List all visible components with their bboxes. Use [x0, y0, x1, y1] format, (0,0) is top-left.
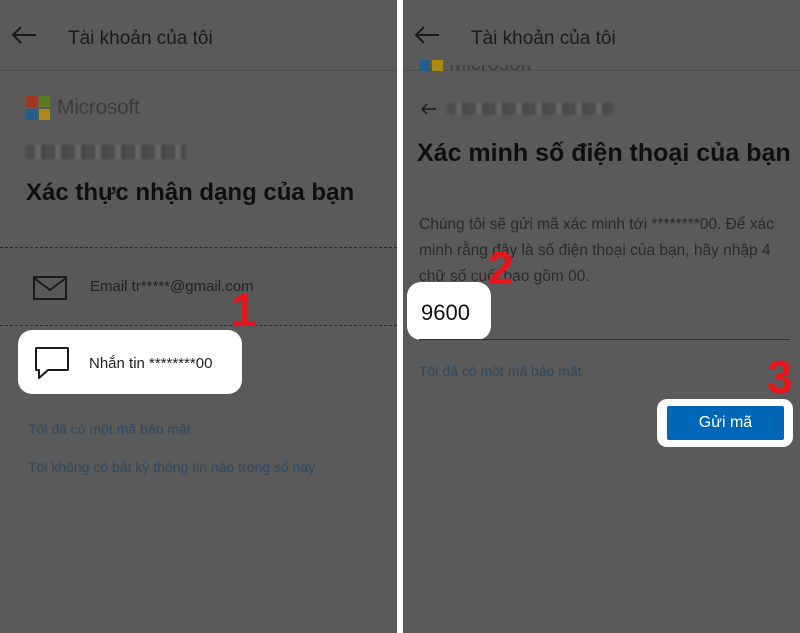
step-marker-1: 1 — [231, 284, 257, 336]
have-code-link[interactable]: Tôi đã có một mã bảo mật — [28, 421, 191, 437]
instruction-text: Chúng tôi sẽ gửi mã xác minh tới *******… — [419, 216, 774, 285]
send-code-button[interactable]: Gửi mã — [667, 406, 784, 440]
page-heading: Xác thực nhận dạng của bạn — [26, 179, 355, 206]
back-arrow-icon[interactable] — [10, 24, 38, 46]
option-sms-label: Nhắn tin ********00 — [89, 355, 213, 372]
blurred-account — [447, 103, 613, 115]
option-email-label: Email tr*****@gmail.com — [90, 278, 254, 295]
envelope-icon — [33, 276, 67, 300]
microsoft-logo-icon — [419, 60, 443, 76]
no-info-link[interactable]: Tôi không có bất kỳ thông tin nào trong … — [28, 459, 315, 475]
header-title: Tài khoản của tôi — [68, 28, 213, 49]
page-heading: Xác minh số điện thoại của bạn — [417, 139, 791, 167]
microsoft-logo-icon — [26, 96, 50, 120]
step-marker-2: 2 — [488, 242, 514, 294]
app-header: Tài khoản của tôi — [403, 0, 800, 71]
option-email[interactable]: Email tr*****@gmail.com — [0, 248, 397, 325]
back-arrow-icon[interactable] — [413, 24, 441, 46]
left-screen: Tài khoản của tôi Microsoft Xác thực nhậ… — [0, 0, 397, 633]
have-code-link[interactable]: Tôi đã có một mã bảo mật — [419, 363, 582, 379]
divider — [0, 325, 397, 326]
right-screen: Tài khoản của tôi Microsoft Xác minh số … — [403, 0, 800, 633]
code-input[interactable]: 9600 — [421, 300, 470, 326]
step-marker-3: 3 — [767, 351, 793, 403]
input-underline — [419, 339, 790, 340]
header-title: Tài khoản của tôi — [471, 28, 616, 49]
brand-name: Microsoft — [57, 96, 140, 119]
message-icon — [35, 347, 69, 379]
small-back-arrow-icon[interactable] — [421, 103, 437, 115]
app-header: Tài khoản của tôi — [0, 0, 397, 71]
blurred-account — [26, 145, 186, 159]
option-sms[interactable]: Nhắn tin ********00 — [18, 330, 242, 394]
